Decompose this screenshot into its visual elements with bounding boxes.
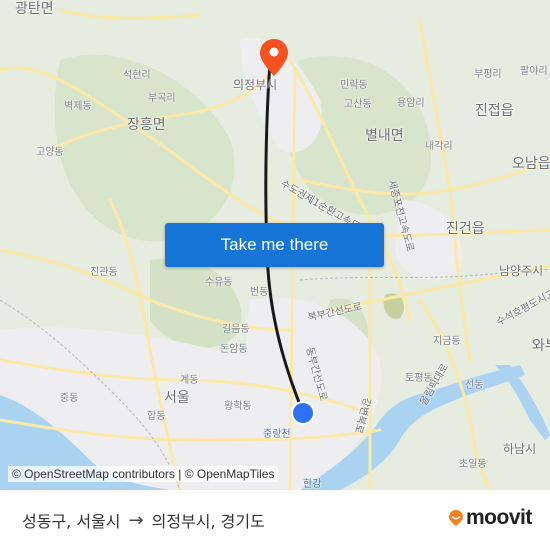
place-label: 광탄면 [15,1,54,17]
place-label: 석현리 [123,70,151,81]
place-label: 오남읍 [512,156,550,172]
place-label: 별내면 [365,128,404,144]
place-label: 장흥면 [127,117,166,133]
place-label: 부평리 [474,69,502,80]
place-label: 길음동 [222,324,250,335]
place-label: 황학동 [224,401,252,412]
place-label: 선동 [465,380,484,391]
take-me-there-button[interactable]: Take me there [165,223,384,267]
destination-pin-icon[interactable] [259,38,289,78]
place-label: 벽제동 [64,101,92,112]
place-label: 와부 [532,338,550,354]
route-summary: 성동구, 서울시 → 의정부시, 경기도 [22,508,265,532]
place-label: 돈암동 [220,344,248,355]
place-label: 부곡리 [148,93,176,104]
place-label: 진접읍 [475,103,514,119]
place-label: 합동 [147,411,166,422]
place-label: 남양주시 [499,264,544,278]
moovit-pin-icon [449,510,463,526]
place-label: 용암리 [397,98,425,109]
map-attribution[interactable]: © OpenStreetMap contributors | © OpenMap… [8,466,279,482]
place-label: 지금동 [433,336,461,347]
river-label: 중랑천 [263,429,291,440]
place-label: 내각리 [425,141,453,152]
river-label: 한강 [303,479,322,490]
moovit-wordmark: moovit [466,506,532,529]
map[interactable]: 광탄면 석현리 벽제동 부곡리 장흥면 고양동 의정부시 민락동 고산동 용암리… [0,0,550,490]
moovit-logo[interactable]: moovit [448,506,532,530]
place-label: 수유동 [205,277,233,288]
place-label: 초일동 [459,459,487,470]
place-label: 중동 [60,393,79,404]
origin-marker-icon[interactable] [293,403,313,423]
place-label: 의정부시 [233,78,278,92]
place-label: 계동 [180,375,199,386]
place-label: 고양동 [36,147,64,158]
place-label: 민락동 [340,80,368,91]
place-label: 하남시 [503,442,537,456]
place-label: 번동 [250,287,269,298]
place-label: 팔야리 [520,66,548,77]
place-label: 고산동 [344,99,372,110]
place-label: 진건읍 [446,221,485,237]
destination-label: 의정부시, 경기도 [151,512,265,531]
place-label: 서울 [164,390,190,406]
arrow-right-icon: → [128,509,144,531]
footer: 성동구, 서울시 → 의정부시, 경기도 moovit [0,490,550,550]
place-label: 진관동 [90,267,118,278]
origin-label: 성동구, 서울시 [22,512,121,531]
